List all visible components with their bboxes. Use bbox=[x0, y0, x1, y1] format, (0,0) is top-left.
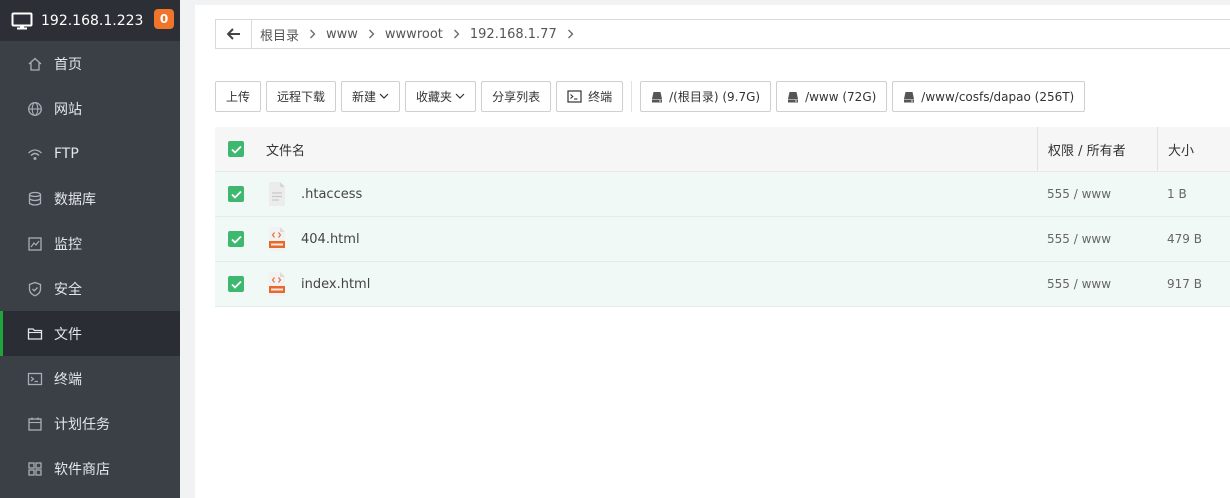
globe-icon bbox=[27, 101, 43, 117]
chevron-down-icon bbox=[455, 93, 465, 100]
disk-icon bbox=[787, 91, 799, 103]
table-row[interactable]: .htaccess 555 / www 1 B bbox=[215, 172, 1230, 217]
chevron-right-icon bbox=[309, 29, 316, 39]
share-list-button[interactable]: 分享列表 bbox=[481, 81, 552, 112]
home-icon bbox=[27, 56, 43, 72]
sidebar-item-cron[interactable]: 计划任务 bbox=[0, 401, 180, 446]
disk-label: /www/cosfs/dapao (256T) bbox=[921, 89, 1075, 104]
row-checkbox[interactable] bbox=[228, 186, 244, 202]
back-button[interactable] bbox=[216, 20, 252, 48]
new-button-label: 新建 bbox=[352, 90, 377, 104]
file-size: 479 B bbox=[1167, 232, 1202, 246]
chevron-right-icon bbox=[368, 29, 375, 39]
sidebar-item-ftp[interactable]: FTP bbox=[0, 131, 180, 176]
table-row[interactable]: index.html 555 / www 917 B bbox=[215, 262, 1230, 307]
column-header-perm[interactable]: 权限 / 所有者 bbox=[1037, 127, 1157, 171]
sidebar-item-label: FTP bbox=[54, 145, 79, 162]
table-header: 文件名 权限 / 所有者 大小 bbox=[215, 127, 1230, 172]
file-perm[interactable]: 555 / www bbox=[1037, 172, 1157, 216]
breadcrumb-item[interactable]: 192.168.1.77 bbox=[470, 27, 557, 42]
favorites-button-label: 收藏夹 bbox=[416, 90, 453, 104]
sidebar-item-website[interactable]: 网站 bbox=[0, 86, 180, 131]
select-all-checkbox[interactable] bbox=[228, 141, 244, 157]
breadcrumb-item[interactable]: wwwroot bbox=[385, 27, 443, 42]
server-host: 192.168.1.223 bbox=[41, 12, 144, 29]
ftp-icon bbox=[27, 146, 43, 162]
sidebar-item-label: 监控 bbox=[54, 236, 82, 253]
chevron-down-icon bbox=[379, 93, 389, 100]
sidebar-item-store[interactable]: 软件商店 bbox=[0, 446, 180, 491]
sidebar-item-label: 软件商店 bbox=[54, 461, 110, 478]
file-perm[interactable]: 555 / www bbox=[1037, 262, 1157, 306]
disk-icon bbox=[651, 91, 663, 103]
file-size: 1 B bbox=[1167, 187, 1187, 201]
sidebar-item-security[interactable]: 安全 bbox=[0, 266, 180, 311]
sidebar-item-label: 数据库 bbox=[54, 191, 96, 208]
sidebar-item-label: 计划任务 bbox=[54, 416, 110, 433]
table-row[interactable]: 404.html 555 / www 479 B bbox=[215, 217, 1230, 262]
column-header-name[interactable]: 文件名 bbox=[257, 140, 1037, 159]
file-name[interactable]: index.html bbox=[301, 277, 370, 292]
html-file-icon bbox=[266, 271, 288, 297]
database-icon bbox=[27, 191, 43, 207]
sidebar-item-label: 首页 bbox=[54, 56, 82, 73]
notification-badge[interactable]: 0 bbox=[154, 9, 174, 29]
disk-www-button[interactable]: /www (72G) bbox=[776, 81, 888, 112]
terminal-button-label: 终端 bbox=[588, 90, 613, 104]
file-name[interactable]: .htaccess bbox=[301, 187, 362, 202]
new-dropdown-button[interactable]: 新建 bbox=[341, 81, 401, 112]
disk-cosfs-button[interactable]: /www/cosfs/dapao (256T) bbox=[892, 81, 1086, 112]
monitor-chart-icon bbox=[27, 236, 43, 252]
folder-icon bbox=[27, 326, 43, 342]
disk-icon bbox=[903, 91, 915, 103]
disk-root-button[interactable]: /(根目录) (9.7G) bbox=[640, 81, 772, 112]
sidebar-item-label: 安全 bbox=[54, 281, 82, 298]
sidebar: 192.168.1.223 0 首页 网站 FTP 数据库 监控 安全 文件 终… bbox=[0, 0, 180, 498]
file-table: 文件名 权限 / 所有者 大小 .htaccess 555 / www 1 B bbox=[215, 127, 1230, 307]
file-perm[interactable]: 555 / www bbox=[1037, 217, 1157, 261]
favorites-dropdown-button[interactable]: 收藏夹 bbox=[405, 81, 477, 112]
arrow-left-icon bbox=[226, 28, 241, 40]
html-file-icon bbox=[266, 226, 288, 252]
upload-button[interactable]: 上传 bbox=[215, 81, 262, 112]
file-manager-panel: 根目录 www wwwroot 192.168.1.77 上传 远程下载 新建 … bbox=[195, 5, 1230, 498]
chevron-right-icon bbox=[567, 29, 574, 39]
shield-icon bbox=[27, 281, 43, 297]
sidebar-item-monitor[interactable]: 监控 bbox=[0, 221, 180, 266]
terminal-icon bbox=[567, 90, 582, 103]
grid-icon bbox=[27, 461, 43, 477]
column-header-size[interactable]: 大小 bbox=[1157, 127, 1230, 171]
text-file-icon bbox=[266, 181, 288, 207]
disk-label: /www (72G) bbox=[805, 89, 877, 104]
toolbar-divider bbox=[631, 81, 633, 112]
breadcrumb-item[interactable]: 根目录 bbox=[260, 25, 299, 44]
file-toolbar: 上传 远程下载 新建 收藏夹 分享列表 终端 /(根目录) (9.7G) /ww… bbox=[215, 81, 1090, 112]
breadcrumb: 根目录 www wwwroot 192.168.1.77 bbox=[252, 25, 584, 44]
path-bar: 根目录 www wwwroot 192.168.1.77 bbox=[215, 19, 1230, 49]
terminal-icon bbox=[27, 371, 43, 387]
calendar-icon bbox=[27, 416, 43, 432]
monitor-icon bbox=[11, 12, 33, 30]
sidebar-item-label: 网站 bbox=[54, 101, 82, 118]
breadcrumb-item[interactable]: www bbox=[326, 27, 358, 42]
sidebar-item-database[interactable]: 数据库 bbox=[0, 176, 180, 221]
row-checkbox[interactable] bbox=[228, 231, 244, 247]
sidebar-item-home[interactable]: 首页 bbox=[0, 41, 180, 86]
file-name[interactable]: 404.html bbox=[301, 232, 360, 247]
sidebar-item-label: 文件 bbox=[54, 326, 82, 343]
sidebar-menu: 首页 网站 FTP 数据库 监控 安全 文件 终端 计划任务 软件商店 bbox=[0, 41, 180, 491]
sidebar-item-terminal[interactable]: 终端 bbox=[0, 356, 180, 401]
sidebar-header: 192.168.1.223 0 bbox=[0, 0, 180, 41]
terminal-button[interactable]: 终端 bbox=[556, 81, 624, 112]
disk-label: /(根目录) (9.7G) bbox=[669, 90, 761, 104]
row-checkbox[interactable] bbox=[228, 276, 244, 292]
file-size: 917 B bbox=[1167, 277, 1202, 291]
chevron-right-icon bbox=[453, 29, 460, 39]
remote-download-button[interactable]: 远程下载 bbox=[266, 81, 337, 112]
sidebar-item-label: 终端 bbox=[54, 371, 82, 388]
sidebar-item-files[interactable]: 文件 bbox=[0, 311, 180, 356]
